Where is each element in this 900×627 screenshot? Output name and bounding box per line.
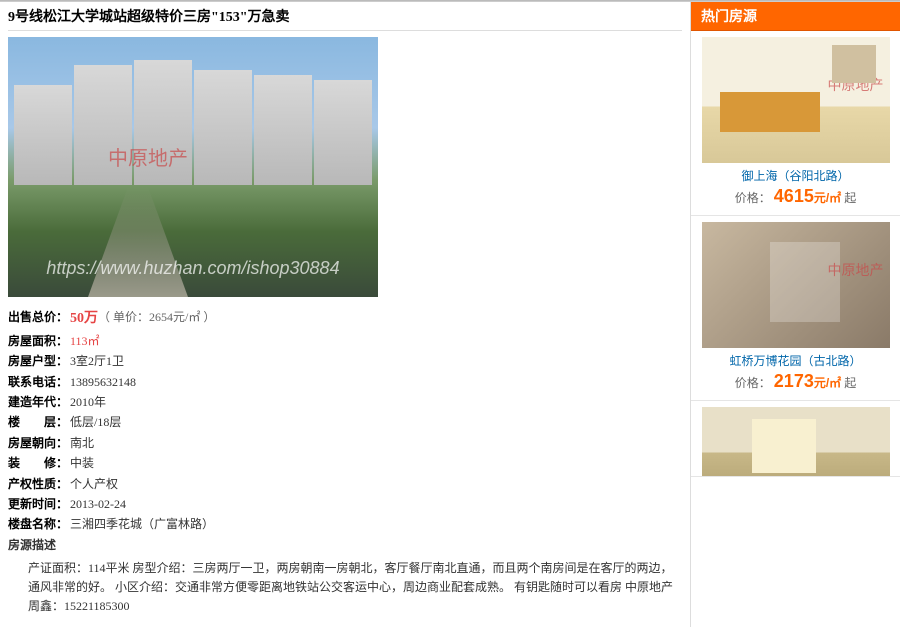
spec-row-rights: 产权性质： 个人产权 [8,474,682,494]
spec-row-update: 更新时间： 2013-02-24 [8,494,682,514]
update-value: 2013-02-24 [70,494,126,514]
spec-row-orient: 房屋朝向： 南北 [8,433,682,453]
deco-value: 中装 [70,453,94,473]
floor-value: 低层/18层 [70,412,121,432]
watermark-brand: 中原地产 [108,142,188,171]
desc-text: 产证面积：114平米 房型介绍：三房两厅一卫，两房朝南一房朝北，客厅餐厅南北直通… [8,555,682,617]
hot-card[interactable] [691,401,900,477]
area-value: 113㎡ [70,331,100,351]
hot-thumb [702,407,890,477]
update-label: 更新时间： [8,494,70,514]
hot-title[interactable]: 虹桥万博花园（古北路） [699,352,892,369]
hot-listings-header: 热门房源 [691,2,900,31]
estate-label: 楼盘名称： [8,514,70,534]
spec-row-area: 房屋面积： 113㎡ [8,331,682,351]
orient-value: 南北 [70,433,94,453]
hot-thumb: 中原地产 [702,37,890,163]
floor-label: 楼 层： [8,412,70,432]
phone-label: 联系电话： [8,372,70,392]
layout-label: 房屋户型： [8,351,70,371]
spec-row-price: 出售总价： 50万 （ 单价：2654元/㎡ ） [8,307,682,331]
spec-row-estate: 楼盘名称： 三湘四季花城（广富林路） [8,514,682,534]
watermark-brand: 中原地产 [828,75,884,95]
hot-title[interactable]: 御上海（谷阳北路） [699,167,892,184]
hot-thumb: 中原地产 [702,222,890,348]
hot-price-suffix: 起 [844,191,856,205]
deco-label: 装 修： [8,453,70,473]
hot-price: 4615元/㎡ [774,186,841,206]
hot-price: 2173元/㎡ [774,371,841,391]
spec-row-deco: 装 修： 中装 [8,453,682,473]
hot-price-suffix: 起 [844,376,856,390]
hot-price-row: 价格： 2173元/㎡ 起 [699,371,892,392]
spec-row-phone: 联系电话： 13895632148 [8,372,682,392]
year-value: 2010年 [70,392,106,412]
orient-label: 房屋朝向： [8,433,70,453]
rights-value: 个人产权 [70,474,118,494]
watermark-url: https://www.huzhan.com/ishop30884 [8,258,378,279]
watermark-brand: 中原地产 [828,260,884,280]
hot-card[interactable]: 中原地产 虹桥万博花园（古北路） 价格： 2173元/㎡ 起 [691,216,900,401]
listing-photo: 中原地产 https://www.huzhan.com/ishop30884 [8,37,378,297]
listing-title: 9号线松江大学城站超级特价三房"153"万急卖 [8,4,682,31]
hot-price-row: 价格： 4615元/㎡ 起 [699,186,892,207]
price-label: 出售总价： [8,307,70,331]
estate-value: 三湘四季花城（广富林路） [70,514,214,534]
hot-price-label: 价格： [735,191,771,205]
spec-row-layout: 房屋户型： 3室2厅1卫 [8,351,682,371]
area-label: 房屋面积： [8,331,70,351]
unit-price: （ 单价：2654元/㎡ ） [98,307,215,331]
spec-row-year: 建造年代： 2010年 [8,392,682,412]
hot-card[interactable]: 中原地产 御上海（谷阳北路） 价格： 4615元/㎡ 起 [691,31,900,216]
price-value: 50万 [70,307,98,331]
year-label: 建造年代： [8,392,70,412]
desc-label: 房源描述 [8,535,682,555]
hot-price-label: 价格： [735,376,771,390]
layout-value: 3室2厅1卫 [70,351,124,371]
spec-row-floor: 楼 层： 低层/18层 [8,412,682,432]
rights-label: 产权性质： [8,474,70,494]
phone-value: 13895632148 [70,372,136,392]
